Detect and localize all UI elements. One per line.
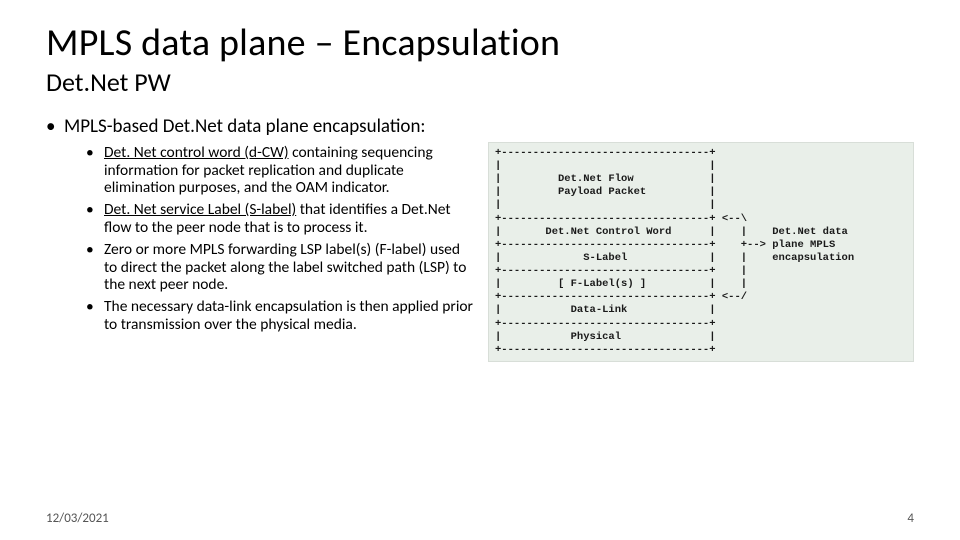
bullet-main-text: MPLS-based Det.Net data plane encapsulat…	[64, 115, 426, 138]
slide-footer: 12/03/2021 4	[46, 511, 914, 526]
sub-bullet: The necessary data-link encapsulation is…	[86, 298, 476, 334]
slide-subtitle: Det.Net PW	[46, 66, 914, 98]
sub-bullet: Det. Net control word (d-CW) containing …	[86, 144, 476, 197]
left-column: MPLS-based Det.Net data plane encapsulat…	[46, 116, 476, 362]
bullet-list-level1: MPLS-based Det.Net data plane encapsulat…	[46, 116, 476, 334]
footer-page-number: 4	[907, 511, 914, 526]
bullet-list-level2: Det. Net control word (d-CW) containing …	[64, 144, 476, 334]
footer-date: 12/03/2021	[46, 511, 109, 526]
sub-bullet: Det. Net service Label (S-label) that id…	[86, 201, 476, 237]
sub-bullet-lead: The necessary data-link encapsulation	[104, 297, 343, 316]
sub-bullet-lead: Det. Net control word (d-CW)	[104, 143, 289, 162]
sub-bullet-lead: Det. Net service Label (S-label)	[104, 200, 296, 219]
bullet-main: MPLS-based Det.Net data plane encapsulat…	[46, 116, 476, 334]
sub-bullet-lead: Zero or more MPLS forwarding LSP label(s…	[104, 240, 426, 259]
encapsulation-stack-diagram: +---------------------------------+ | | …	[488, 142, 914, 362]
slide-body: MPLS-based Det.Net data plane encapsulat…	[46, 116, 914, 362]
slide-title: MPLS data plane – Encapsulation	[46, 24, 914, 64]
right-column: +---------------------------------+ | | …	[476, 116, 914, 362]
slide: MPLS data plane – Encapsulation Det.Net …	[0, 0, 960, 540]
sub-bullet: Zero or more MPLS forwarding LSP label(s…	[86, 241, 476, 294]
